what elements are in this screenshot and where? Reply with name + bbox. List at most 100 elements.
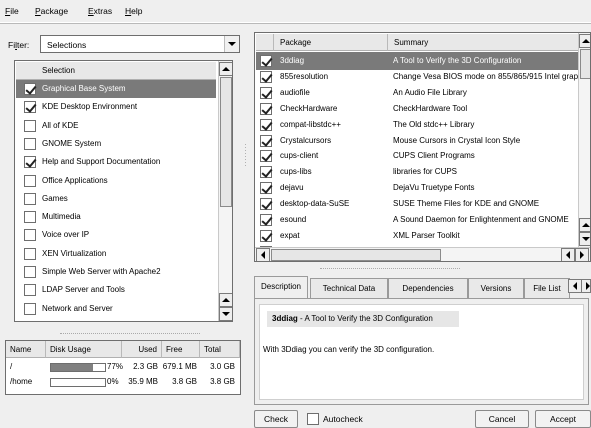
autocheck-label: Autocheck [323, 414, 363, 424]
description-body: With 3Ddiag you can verify the 3D config… [263, 345, 434, 354]
tab-description[interactable]: Description [254, 276, 308, 299]
package-status-checked-icon[interactable] [260, 103, 272, 115]
cancel-button[interactable]: Cancel [475, 410, 529, 428]
checkbox-unchecked-icon[interactable] [24, 266, 36, 278]
package-name: expat [280, 231, 300, 240]
selection-column-header[interactable]: Selection [16, 62, 216, 80]
package-table: Package Summary 3ddiagA Tool to Verify t… [254, 32, 591, 262]
pkg-col-status[interactable] [256, 34, 274, 51]
package-status-checked-icon[interactable] [260, 119, 272, 131]
selection-scrollbar[interactable] [218, 61, 232, 321]
scroll-thumb[interactable] [220, 77, 232, 207]
autocheck-checkbox[interactable] [307, 413, 319, 425]
selection-list: Selection Graphical Base SystemKDE Deskt… [14, 60, 233, 322]
tab-versions[interactable]: Versions [468, 278, 524, 298]
left-splitter[interactable] [60, 333, 200, 335]
package-status-checked-icon[interactable] [260, 166, 272, 178]
scroll-up-arrow-icon[interactable] [579, 34, 591, 48]
tab-file-list[interactable]: File List [524, 278, 570, 298]
disk-mount-name: / [10, 362, 12, 371]
selection-item[interactable]: LDAP Server and Tools [16, 281, 216, 299]
package-name: cups-client [280, 151, 318, 160]
disk-col-usage[interactable]: Disk Usage [46, 341, 122, 358]
menu-extras[interactable]: Extras [88, 6, 112, 16]
filter-combo[interactable]: Selections [40, 35, 240, 53]
scroll-down-arrow-icon[interactable] [219, 307, 233, 321]
scroll-up-arrow-icon[interactable] [219, 62, 233, 76]
package-summary: A Sound Daemon for Enlightenment and GNO… [393, 215, 569, 224]
pkg-col-summary[interactable]: Summary [388, 34, 582, 51]
menu-help[interactable]: Help [125, 6, 142, 16]
selection-item[interactable]: All of KDE [16, 117, 216, 135]
selection-item[interactable]: Laptop [16, 318, 216, 322]
scroll-left-arrow-icon[interactable] [561, 248, 575, 262]
main-splitter[interactable] [242, 24, 249, 427]
package-name: 855resolution [280, 72, 328, 81]
selection-item[interactable]: XEN Virtualization [16, 245, 216, 263]
selection-item[interactable]: Graphical Base System [16, 80, 216, 98]
checkbox-checked-icon[interactable] [24, 83, 36, 95]
scroll-up-arrow-icon[interactable] [579, 218, 591, 232]
selection-item[interactable]: Games [16, 190, 216, 208]
selection-item[interactable]: GNOME System [16, 135, 216, 153]
disk-col-used[interactable]: Used [122, 341, 162, 358]
scroll-up-arrow-icon[interactable] [219, 293, 233, 307]
scroll-down-arrow-icon[interactable] [579, 232, 591, 246]
package-summary: Mouse Cursors in Crystal Icon Style [393, 136, 520, 145]
checkbox-unchecked-icon[interactable] [24, 284, 36, 296]
checkbox-unchecked-icon[interactable] [24, 248, 36, 260]
selection-item[interactable]: Network and Server [16, 300, 216, 318]
package-status-checked-icon[interactable] [260, 230, 272, 242]
package-status-checked-icon[interactable] [260, 198, 272, 210]
scroll-left-arrow-icon[interactable] [256, 248, 270, 262]
disk-col-total[interactable]: Total [200, 341, 240, 358]
check-button[interactable]: Check [254, 410, 298, 428]
checkbox-unchecked-icon[interactable] [24, 193, 36, 205]
chevron-down-icon[interactable] [224, 36, 239, 52]
tab-technical-data[interactable]: Technical Data [310, 278, 388, 298]
disk-col-free[interactable]: Free [162, 341, 200, 358]
selection-item[interactable]: Office Applications [16, 172, 216, 190]
checkbox-unchecked-icon[interactable] [24, 138, 36, 150]
package-summary: DejaVu Truetype Fonts [393, 183, 475, 192]
splitter-grip [245, 156, 246, 157]
selection-item[interactable]: KDE Desktop Environment [16, 98, 216, 116]
checkbox-unchecked-icon[interactable] [24, 175, 36, 187]
package-status-checked-icon[interactable] [260, 55, 272, 67]
scroll-thumb[interactable] [580, 49, 591, 79]
tab-scroll-left-icon[interactable] [568, 279, 582, 293]
package-status-checked-icon[interactable] [260, 135, 272, 147]
menu-file[interactable]: File [5, 6, 19, 16]
selection-item[interactable]: Voice over IP [16, 226, 216, 244]
package-hscrollbar[interactable] [255, 247, 591, 262]
tab-dependencies[interactable]: Dependencies [388, 278, 468, 298]
menu-package[interactable]: Package [35, 6, 68, 16]
package-status-checked-icon[interactable] [260, 87, 272, 99]
checkbox-unchecked-icon[interactable] [24, 303, 36, 315]
pkg-col-package[interactable]: Package [274, 34, 388, 51]
checkbox-unchecked-icon[interactable] [24, 120, 36, 132]
package-status-checked-icon[interactable] [260, 150, 272, 162]
package-vscrollbar[interactable] [578, 33, 591, 247]
package-status-checked-icon[interactable] [260, 214, 272, 226]
description-title: 3ddiag - A Tool to Verify the 3D Configu… [267, 311, 459, 327]
checkbox-checked-icon[interactable] [24, 101, 36, 113]
checkbox-unchecked-icon[interactable] [24, 321, 36, 322]
scroll-thumb[interactable] [271, 249, 441, 261]
selection-item[interactable]: Help and Support Documentation [16, 153, 216, 171]
disk-col-name[interactable]: Name [6, 341, 46, 358]
selection-item[interactable]: Multimedia [16, 208, 216, 226]
checkbox-checked-icon[interactable] [24, 156, 36, 168]
right-splitter[interactable] [320, 268, 460, 270]
selection-item[interactable]: Simple Web Server with Apache2 [16, 263, 216, 281]
tab-scroll-right-icon[interactable] [581, 279, 591, 293]
scroll-right-arrow-icon[interactable] [575, 248, 589, 262]
splitter-grip [245, 150, 246, 151]
disk-usage-percent: 0% [107, 377, 119, 386]
disk-usage-percent: 77% [107, 362, 123, 371]
checkbox-unchecked-icon[interactable] [24, 229, 36, 241]
checkbox-unchecked-icon[interactable] [24, 211, 36, 223]
package-status-checked-icon[interactable] [260, 71, 272, 83]
package-status-checked-icon[interactable] [260, 182, 272, 194]
accept-button[interactable]: Accept [535, 410, 591, 428]
